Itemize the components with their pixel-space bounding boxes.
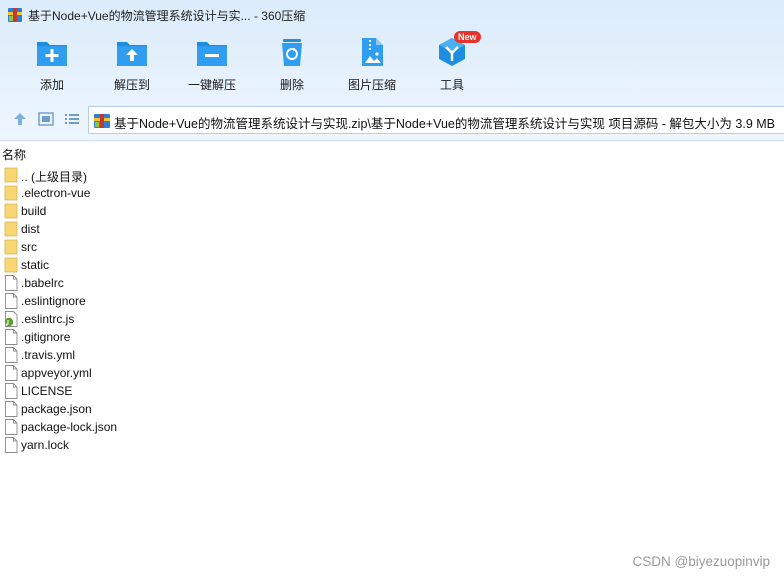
list-item[interactable]: static bbox=[0, 256, 784, 274]
archive-app-icon bbox=[8, 8, 22, 22]
folder-icon bbox=[4, 239, 18, 255]
list-item[interactable]: .electron-vue bbox=[0, 184, 784, 202]
delete-icon bbox=[282, 39, 302, 66]
list-item[interactable]: .eslintrc.js bbox=[0, 310, 784, 328]
list-item[interactable]: package-lock.json bbox=[0, 418, 784, 436]
folder-icon bbox=[4, 167, 18, 183]
list-item[interactable]: src bbox=[0, 238, 784, 256]
list-item[interactable]: build bbox=[0, 202, 784, 220]
item-name: .eslintignore bbox=[21, 294, 86, 308]
one-click-extract-label: 一键解压 bbox=[187, 78, 236, 92]
folder-icon bbox=[4, 203, 18, 219]
up-arrow-icon[interactable] bbox=[12, 111, 28, 127]
list-item[interactable]: .babelrc bbox=[0, 274, 784, 292]
navigation-bar: 基于Node+Vue的物流管理系统设计与实现.zip\基于Node+Vue的物流… bbox=[0, 104, 784, 134]
one-click-extract-icon bbox=[197, 42, 227, 66]
item-name: appveyor.yml bbox=[21, 366, 92, 380]
item-name: .eslintrc.js bbox=[21, 312, 75, 326]
toolbar: 添加 解压到 一键解压 删除 图片压缩 工具 bbox=[0, 34, 784, 96]
delete-label: 删除 bbox=[279, 78, 304, 92]
title-bar: 基于Node+Vue的物流管理系统设计与实... - 360压缩 bbox=[0, 0, 784, 30]
list-item[interactable]: .travis.yml bbox=[0, 346, 784, 364]
file-icon bbox=[5, 275, 18, 291]
thumbnail-view-icon[interactable] bbox=[38, 111, 54, 127]
tools-label: 工具 bbox=[439, 78, 464, 92]
item-name: .travis.yml bbox=[21, 348, 75, 362]
file-icon bbox=[5, 419, 18, 435]
item-name: build bbox=[21, 204, 47, 218]
list-item[interactable]: package.json bbox=[0, 400, 784, 418]
window-title: 基于Node+Vue的物流管理系统设计与实... - 360压缩 bbox=[28, 9, 306, 23]
extract-to-icon bbox=[117, 42, 147, 66]
header-area: 基于Node+Vue的物流管理系统设计与实... - 360压缩 添加 解压到 bbox=[0, 0, 784, 142]
item-name: LICENSE bbox=[21, 384, 73, 398]
extract-to-label: 解压到 bbox=[113, 78, 150, 92]
item-name: yarn.lock bbox=[21, 438, 70, 452]
list-view-icon[interactable] bbox=[64, 111, 80, 127]
list-item[interactable]: appveyor.yml bbox=[0, 364, 784, 382]
new-badge: New bbox=[454, 31, 481, 43]
folder-icon bbox=[4, 185, 18, 201]
file-icon bbox=[5, 437, 18, 453]
file-icon bbox=[5, 365, 18, 381]
column-header-name[interactable]: 名称 bbox=[2, 146, 26, 163]
folder-icon bbox=[4, 221, 18, 237]
path-bar[interactable]: 基于Node+Vue的物流管理系统设计与实现.zip\基于Node+Vue的物流… bbox=[88, 106, 784, 134]
add-label: 添加 bbox=[39, 78, 64, 92]
one-click-extract-button[interactable]: 一键解压 bbox=[167, 34, 257, 94]
add-button[interactable]: 添加 bbox=[7, 34, 97, 94]
item-name: .gitignore bbox=[21, 330, 71, 344]
watermark: CSDN @biyezuopinvip bbox=[632, 554, 770, 569]
image-compress-label: 图片压缩 bbox=[347, 78, 396, 92]
item-name: package-lock.json bbox=[21, 420, 118, 434]
item-name: src bbox=[21, 240, 37, 254]
file-icon bbox=[5, 383, 18, 399]
tools-button[interactable]: 工具 bbox=[407, 34, 497, 94]
item-name: .babelrc bbox=[21, 276, 64, 290]
list-item[interactable]: yarn.lock bbox=[0, 436, 784, 454]
list-item[interactable]: .. (上级目录) bbox=[0, 166, 784, 184]
path-text: 基于Node+Vue的物流管理系统设计与实现.zip\基于Node+Vue的物流… bbox=[114, 117, 776, 131]
js-file-icon bbox=[4, 311, 18, 327]
header-divider bbox=[0, 140, 784, 141]
add-icon bbox=[37, 42, 67, 66]
item-name: static bbox=[21, 258, 50, 272]
file-icon bbox=[5, 347, 18, 363]
list-item[interactable]: .gitignore bbox=[0, 328, 784, 346]
item-name: package.json bbox=[21, 402, 92, 416]
list-item[interactable]: LICENSE bbox=[0, 382, 784, 400]
item-name: .. (上级目录) bbox=[21, 170, 87, 184]
file-icon bbox=[5, 401, 18, 417]
delete-button[interactable]: 删除 bbox=[247, 34, 337, 94]
extract-to-button[interactable]: 解压到 bbox=[87, 34, 177, 94]
list-item[interactable]: dist bbox=[0, 220, 784, 238]
file-list: .. (上级目录) .electron-vue build dist src s… bbox=[0, 166, 784, 454]
item-name: dist bbox=[21, 222, 40, 236]
file-icon bbox=[5, 293, 18, 309]
list-item[interactable]: .eslintignore bbox=[0, 292, 784, 310]
file-icon bbox=[5, 329, 18, 345]
item-name: .electron-vue bbox=[21, 186, 91, 200]
image-compress-icon bbox=[362, 38, 383, 66]
image-compress-button[interactable]: 图片压缩 bbox=[327, 34, 417, 94]
folder-icon bbox=[4, 257, 18, 273]
archive-icon bbox=[94, 114, 110, 128]
